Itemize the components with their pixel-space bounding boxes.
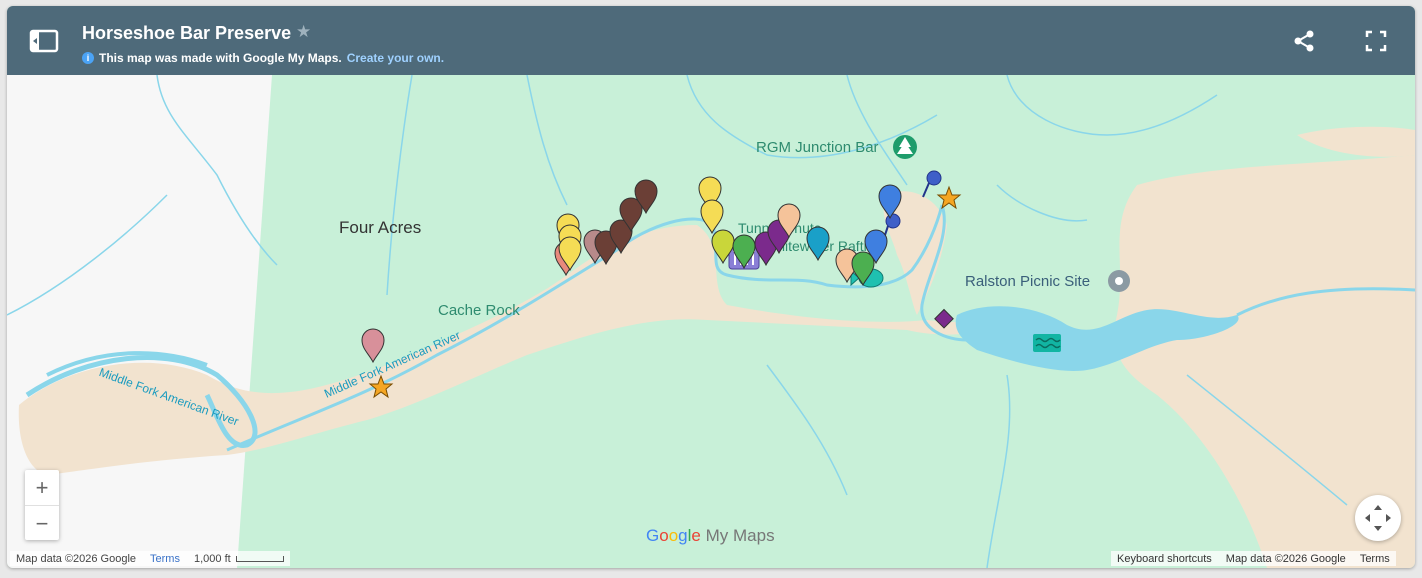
zoom-control: + − [25, 470, 59, 540]
keyboard-shortcuts-link[interactable]: Keyboard shortcuts [1117, 553, 1212, 565]
scale-bar [235, 555, 284, 562]
map-canvas[interactable]: Four Acres Cache Rock RGM Junction Bar R… [7, 75, 1415, 568]
place-label-whitewater: Whitewater Rafting [764, 238, 883, 254]
zoom-in-button[interactable]: + [25, 470, 59, 506]
place-label-cache-rock: Cache Rock [438, 302, 520, 319]
made-with-text: This map was made with Google My Maps. [99, 51, 342, 65]
legend-toggle-button[interactable] [29, 28, 59, 54]
attribution-right: Keyboard shortcuts Map data ©2026 Google… [1111, 551, 1396, 566]
scale-indicator[interactable]: 1,000 ft [194, 553, 284, 565]
share-button[interactable] [1291, 28, 1317, 54]
terms-link[interactable]: Terms [150, 553, 180, 565]
share-icon [1294, 30, 1314, 52]
place-label-tunnel-chute: Tunnel Chute [738, 220, 822, 236]
map-frame: Horseshoe Bar Preserve ★ i This map was … [7, 6, 1415, 568]
map-title: Horseshoe Bar Preserve [82, 23, 292, 43]
recenter-icon [1365, 505, 1391, 531]
map-base [7, 75, 1415, 568]
place-label-ralston: Ralston Picnic Site [965, 273, 1091, 290]
create-own-link[interactable]: Create your own. [347, 51, 444, 65]
scale-text: 1,000 ft [193, 552, 231, 565]
place-label-rgm-junction: RGM Junction Bar [756, 139, 879, 156]
recenter-button[interactable] [1355, 495, 1401, 541]
fullscreen-button[interactable] [1363, 28, 1389, 54]
sidebar-icon [29, 29, 59, 53]
star-icon[interactable]: ★ [296, 22, 311, 42]
zoom-out-button[interactable]: − [25, 506, 59, 541]
terms-link-right[interactable]: Terms [1360, 553, 1390, 565]
place-label-four-acres: Four Acres [339, 218, 422, 237]
google-my-maps-logo: Google My Maps [646, 526, 775, 545]
info-icon: i [82, 52, 94, 64]
map-header: Horseshoe Bar Preserve ★ i This map was … [7, 6, 1415, 75]
fullscreen-icon [1365, 30, 1387, 52]
attribution-left: Map data ©2026 Google Terms 1,000 ft [10, 551, 290, 566]
made-with-notice: i This map was made with Google My Maps.… [82, 51, 444, 65]
map-data-credit: Map data ©2026 Google [16, 552, 137, 565]
map-data-link[interactable]: Map data ©2026 Google [1226, 553, 1346, 565]
